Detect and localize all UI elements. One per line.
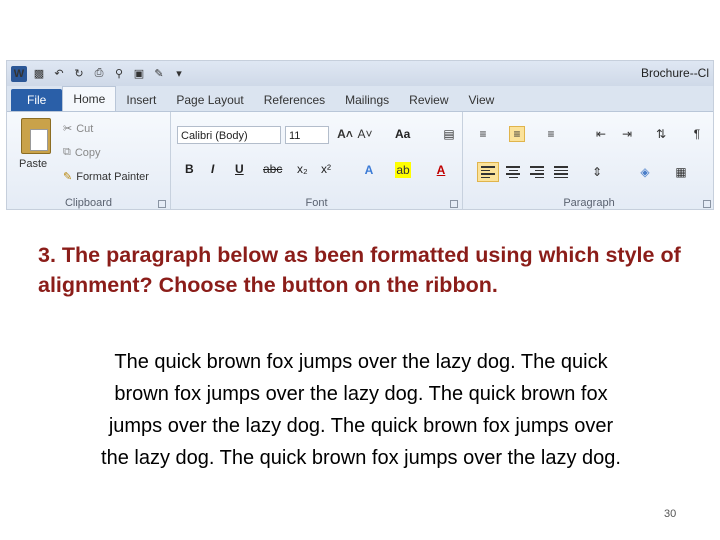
paste-icon	[21, 118, 51, 154]
clipboard-group-label: Clipboard	[64, 197, 113, 209]
font-color-icon[interactable]: A	[433, 162, 449, 178]
tab-review[interactable]: Review	[399, 89, 458, 111]
subscript-button[interactable]: x₂	[297, 162, 308, 176]
sample-paragraph: The quick brown fox jumps over the lazy …	[101, 351, 621, 469]
borders-icon[interactable]: ▦	[673, 164, 689, 180]
cut-label: Cut	[76, 122, 94, 135]
paragraph-group-label: Paragraph	[563, 197, 615, 209]
shrink-font-icon[interactable]: A˅	[357, 126, 373, 142]
question-text: 3. The paragraph below as been formatted…	[38, 243, 681, 297]
print-preview-icon[interactable]: ⚲	[111, 66, 127, 82]
shading-icon[interactable]: ◈	[637, 164, 653, 180]
numbering-icon[interactable]: ≡	[509, 126, 525, 142]
copy-icon: ⧉	[63, 146, 71, 158]
customize-toolbar-icon[interactable]: ▾	[171, 66, 187, 82]
font-launcher-icon[interactable]	[450, 200, 458, 208]
paste-label: Paste	[19, 158, 48, 170]
tab-file[interactable]: File	[11, 89, 63, 111]
ribbon-home-panel: Paste ✂ Cut ⧉ Copy ✎ Format Painter Clip…	[7, 111, 713, 209]
word-logo-icon: W	[11, 65, 27, 82]
window-title: Brochure--Cl	[641, 66, 710, 80]
superscript-button[interactable]: x²	[321, 162, 331, 176]
align-center-button[interactable]	[505, 164, 521, 180]
clear-formatting-icon[interactable]: ▤	[441, 126, 457, 142]
align-left-icon	[481, 165, 495, 179]
align-left-button[interactable]	[477, 162, 499, 182]
tab-home[interactable]: Home	[62, 86, 117, 111]
change-case-button[interactable]: Aa	[395, 127, 410, 141]
font-group-label: Font	[305, 197, 328, 209]
justify-button[interactable]	[553, 164, 569, 180]
print-icon[interactable]: ⎙	[91, 66, 107, 82]
copy-button[interactable]: ⧉ Copy	[63, 146, 101, 159]
scissors-icon: ✂	[63, 123, 73, 135]
grow-font-icon[interactable]: A˄	[337, 126, 353, 142]
text-effects-icon[interactable]: A	[361, 162, 377, 178]
paintbrush-icon: ✎	[63, 171, 73, 183]
show-formatting-icon[interactable]: ¶	[689, 126, 705, 142]
align-right-button[interactable]	[529, 164, 545, 180]
strikethrough-button[interactable]: abc	[263, 162, 282, 176]
page-number: 30	[664, 508, 677, 520]
save-icon[interactable]: ▩	[31, 66, 47, 82]
align-right-icon	[530, 165, 544, 179]
justify-icon	[554, 165, 568, 179]
increase-indent-icon[interactable]: ⇥	[619, 126, 635, 142]
sort-icon[interactable]: ⇅	[653, 126, 669, 142]
decrease-indent-icon[interactable]: ⇤	[593, 126, 609, 142]
paragraph-group: ≡ ≡ ≡ ⇤ ⇥ ⇅ ¶ ⇕ ◈ ▦ Paragraph	[463, 112, 713, 209]
format-painter-button[interactable]: ✎ Format Painter	[63, 170, 149, 184]
font-size-combo[interactable]: 11	[285, 126, 329, 144]
bold-button[interactable]: B	[185, 162, 194, 176]
spelling-icon[interactable]: ✎	[151, 66, 167, 82]
bullets-icon[interactable]: ≡	[475, 126, 491, 142]
tab-mailings[interactable]: Mailings	[335, 89, 399, 111]
undo-icon[interactable]: ↶	[51, 66, 67, 82]
tab-page-layout[interactable]: Page Layout	[166, 89, 253, 111]
clipboard-group: Paste ✂ Cut ⧉ Copy ✎ Format Painter Clip…	[7, 112, 171, 209]
tab-references[interactable]: References	[254, 89, 335, 111]
align-center-icon	[506, 165, 520, 179]
tab-insert[interactable]: Insert	[116, 89, 166, 111]
line-spacing-icon[interactable]: ⇕	[589, 164, 605, 180]
cut-button[interactable]: ✂ Cut	[63, 122, 94, 136]
clipboard-launcher-icon[interactable]	[158, 200, 166, 208]
quick-access-toolbar: W ▩ ↶ ↻ ⎙ ⚲ ▣ ✎ ▾ Brochure--Cl	[7, 61, 713, 86]
new-document-icon[interactable]: ▣	[131, 66, 147, 82]
multilevel-list-icon[interactable]: ≡	[543, 126, 559, 142]
italic-button[interactable]: I	[211, 162, 214, 176]
tab-view[interactable]: View	[459, 89, 505, 111]
paragraph-launcher-icon[interactable]	[703, 200, 711, 208]
font-name-combo[interactable]: Calibri (Body)	[177, 126, 281, 144]
ribbon-tabs: File Home Insert Page Layout References …	[7, 86, 713, 111]
highlight-icon[interactable]: ab	[395, 162, 411, 178]
format-painter-label: Format Painter	[76, 170, 149, 183]
font-group: Calibri (Body) 11 A˄ A˅ Aa ▤ B I U abc x…	[171, 112, 463, 209]
underline-button[interactable]: U	[235, 162, 244, 176]
redo-icon[interactable]: ↻	[71, 66, 87, 82]
copy-label: Copy	[74, 146, 101, 159]
word-ribbon-screenshot: W ▩ ↶ ↻ ⎙ ⚲ ▣ ✎ ▾ Brochure--Cl File Home…	[6, 60, 714, 210]
